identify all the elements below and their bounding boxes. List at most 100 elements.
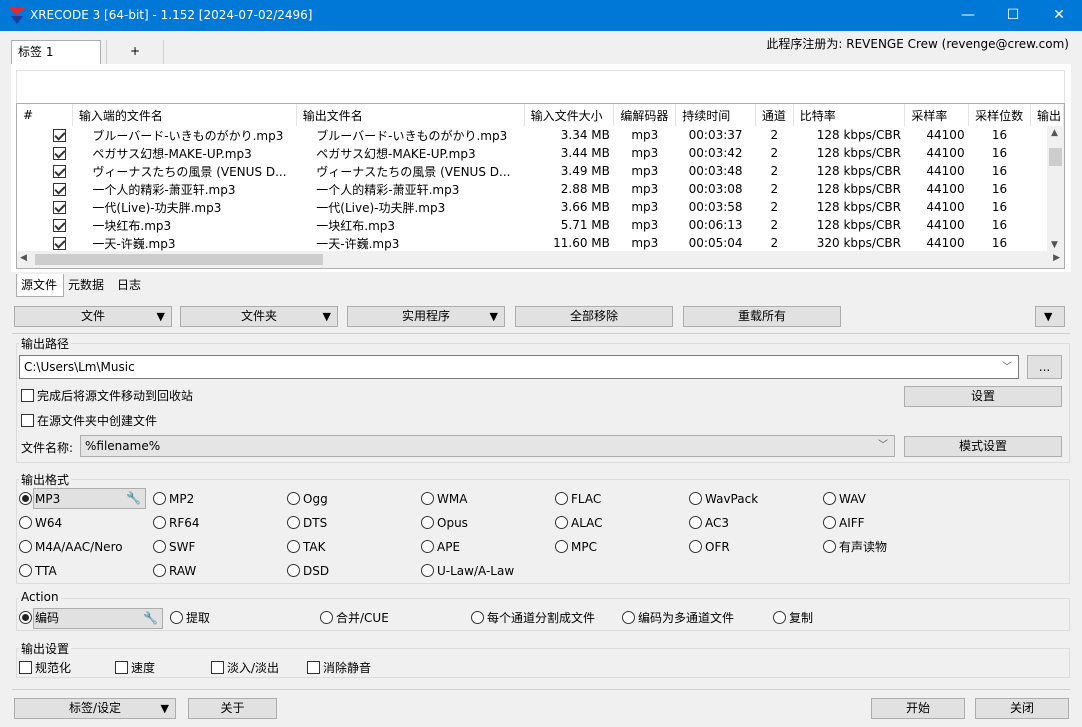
- format-radio[interactable]: Ogg: [287, 492, 328, 506]
- radio-button[interactable]: [555, 540, 568, 553]
- table-row[interactable]: 一块红布.mp3 一块红布.mp3 5.71 MB mp3 00:06:13 2 128 k…: [17, 216, 1064, 234]
- format-radio[interactable]: WavPack: [689, 492, 758, 506]
- radio-button[interactable]: [19, 564, 32, 577]
- table-row[interactable]: 一代(Live)-功夫胖.mp3 一代(Live)-功夫胖.mp3 3.66 MB m…: [17, 198, 1064, 216]
- file-menu-button[interactable]: 文件 ▼: [14, 306, 172, 327]
- column-header[interactable]: 采样位数: [968, 104, 1031, 126]
- radio-button[interactable]: [320, 611, 333, 624]
- row-checkbox-cell[interactable]: [17, 144, 72, 162]
- maximize-button[interactable]: ☐: [990, 0, 1036, 31]
- format-radio[interactable]: APE: [421, 540, 460, 554]
- radio-button[interactable]: [153, 492, 166, 505]
- format-radio[interactable]: MP3: [19, 492, 60, 506]
- folder-menu-button[interactable]: 文件夹 ▼: [180, 306, 338, 327]
- hscroll-thumb[interactable]: [35, 254, 323, 265]
- row-checkbox[interactable]: [53, 129, 67, 142]
- horizontal-scrollbar[interactable]: ◀ ▶: [17, 251, 1064, 268]
- column-header[interactable]: 采样率: [904, 104, 970, 126]
- radio-button[interactable]: [19, 492, 32, 505]
- format-radio[interactable]: M4A/AAC/Nero: [19, 540, 123, 554]
- radio-button[interactable]: [823, 492, 836, 505]
- scroll-thumb[interactable]: [1049, 148, 1062, 166]
- radio-button[interactable]: [287, 492, 300, 505]
- radio-button[interactable]: [19, 540, 32, 553]
- format-radio[interactable]: WMA: [421, 492, 467, 506]
- reload-all-button[interactable]: 重载所有: [683, 306, 841, 327]
- output-setting-checkbox[interactable]: 消除静音: [307, 661, 371, 675]
- format-radio[interactable]: DSD: [287, 564, 329, 578]
- column-header[interactable]: 输出: [1030, 104, 1064, 126]
- radio-button[interactable]: [287, 516, 300, 529]
- tags-settings-button[interactable]: 标签/设定 ▼: [14, 698, 176, 719]
- column-header[interactable]: 编解码器: [613, 104, 677, 126]
- radio-button[interactable]: [823, 516, 836, 529]
- column-header[interactable]: 输入端的文件名: [72, 104, 297, 126]
- table-row[interactable]: ヴィーナスたちの風景 (VENUS D... ヴィーナスたちの風景 (VENUS …: [17, 162, 1064, 180]
- create-in-source-checkbox[interactable]: 在源文件夹中创建文件: [21, 414, 157, 428]
- radio-button[interactable]: [421, 516, 434, 529]
- radio-button[interactable]: [689, 492, 702, 505]
- action-radio[interactable]: 合并/CUE: [320, 611, 389, 625]
- wrench-icon[interactable]: 🔧: [143, 609, 158, 628]
- format-radio[interactable]: OFR: [689, 540, 730, 554]
- format-radio[interactable]: DTS: [287, 516, 327, 530]
- checkbox-box[interactable]: [19, 661, 32, 674]
- row-checkbox-cell[interactable]: [17, 216, 72, 234]
- filename-pattern-combo[interactable]: %filename% ﹀: [80, 435, 895, 457]
- format-radio[interactable]: SWF: [153, 540, 195, 554]
- radio-button[interactable]: [153, 516, 166, 529]
- column-header[interactable]: 通道: [755, 104, 794, 126]
- table-row[interactable]: ペガサス幻想-MAKE-UP.mp3 ペガサス幻想-MAKE-UP.mp3 3.44…: [17, 144, 1064, 162]
- format-radio[interactable]: MP2: [153, 492, 194, 506]
- radio-button[interactable]: [153, 564, 166, 577]
- scroll-down-icon[interactable]: ▼: [1051, 240, 1058, 250]
- action-radio[interactable]: 每个通道分割成文件: [471, 611, 595, 625]
- close-window-button[interactable]: ✕: [1036, 0, 1082, 31]
- column-header[interactable]: 比特率: [793, 104, 906, 126]
- scroll-right-icon[interactable]: ▶: [1053, 253, 1060, 263]
- browse-button[interactable]: ...: [1027, 355, 1062, 379]
- format-radio[interactable]: Opus: [421, 516, 468, 530]
- row-checkbox[interactable]: [53, 165, 67, 178]
- radio-button[interactable]: [622, 611, 635, 624]
- radio-button[interactable]: [19, 611, 32, 624]
- radio-button[interactable]: [555, 492, 568, 505]
- more-options-button[interactable]: ▼: [1035, 306, 1065, 327]
- checkbox-box[interactable]: [21, 414, 34, 427]
- radio-button[interactable]: [773, 611, 786, 624]
- radio-button[interactable]: [153, 540, 166, 553]
- format-radio[interactable]: AC3: [689, 516, 729, 530]
- row-checkbox[interactable]: [53, 219, 67, 232]
- scroll-up-icon[interactable]: ▲: [1051, 128, 1058, 138]
- table-row[interactable]: 一个人的精彩-萧亚轩.mp3 一个人的精彩-萧亚轩.mp3 2.88 MB mp3 00…: [17, 180, 1064, 198]
- move-to-recycle-checkbox[interactable]: 完成后将源文件移动到回收站: [21, 389, 193, 403]
- format-radio[interactable]: 有声读物: [823, 540, 887, 554]
- action-radio[interactable]: 提取: [170, 611, 210, 625]
- vertical-scrollbar[interactable]: ▲ ▼: [1047, 126, 1064, 252]
- output-setting-checkbox[interactable]: 规范化: [19, 661, 71, 675]
- format-radio[interactable]: MPC: [555, 540, 597, 554]
- column-header[interactable]: 输出文件名: [296, 104, 525, 126]
- remove-all-button[interactable]: 全部移除: [515, 306, 673, 327]
- tab-label-1[interactable]: 标签 1: [11, 40, 101, 64]
- file-list[interactable]: # 输入端的文件名 输出文件名 输入文件大小 编解码器 持续时间 通道 比特率 采样率 采样位数输…: [16, 103, 1065, 269]
- row-checkbox-cell[interactable]: [17, 126, 72, 144]
- scroll-left-icon[interactable]: ◀: [20, 253, 27, 263]
- radio-button[interactable]: [471, 611, 484, 624]
- format-radio[interactable]: W64: [19, 516, 62, 530]
- radio-button[interactable]: [689, 540, 702, 553]
- format-radio[interactable]: AIFF: [823, 516, 865, 530]
- format-radio[interactable]: RF64: [153, 516, 200, 530]
- close-button[interactable]: 关闭: [975, 698, 1069, 719]
- format-radio[interactable]: U-Law/A-Law: [421, 564, 514, 578]
- checkbox-box[interactable]: [115, 661, 128, 674]
- tab-log[interactable]: 日志: [113, 274, 153, 297]
- action-radio[interactable]: 编码: [19, 611, 59, 625]
- column-header[interactable]: 持续时间: [675, 104, 756, 126]
- radio-button[interactable]: [689, 516, 702, 529]
- column-header[interactable]: #: [17, 104, 73, 126]
- format-radio[interactable]: FLAC: [555, 492, 601, 506]
- checkbox-box[interactable]: [307, 661, 320, 674]
- format-radio[interactable]: TAK: [287, 540, 325, 554]
- settings-button[interactable]: 设置: [904, 386, 1062, 407]
